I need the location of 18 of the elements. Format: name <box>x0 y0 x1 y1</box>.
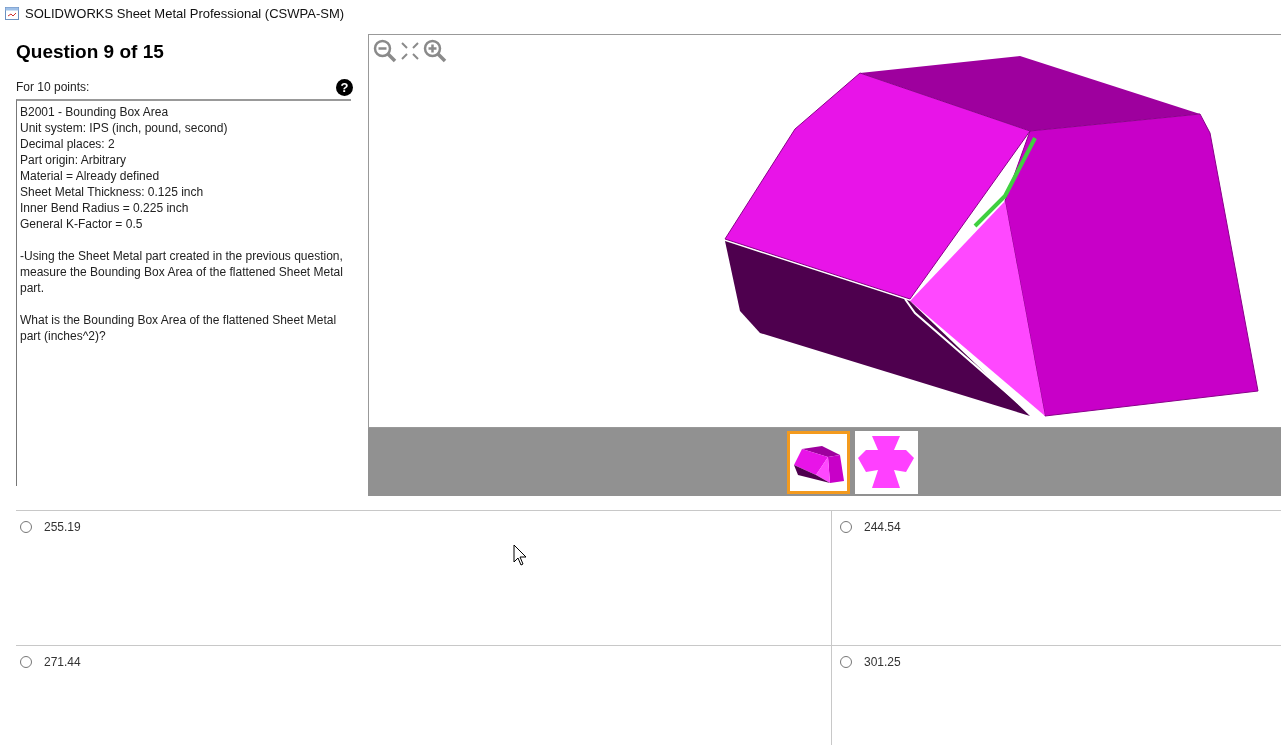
fit-view-icon[interactable] <box>399 40 421 62</box>
answer-option[interactable]: 244.54 <box>840 520 901 534</box>
zoom-out-icon[interactable] <box>373 39 397 63</box>
help-icon[interactable]: ? <box>336 78 353 96</box>
window-title: SOLIDWORKS Sheet Metal Professional (CSWPA-SM) <box>25 5 345 21</box>
question-title: Question 9 of 15 <box>16 41 165 64</box>
folded-part-thumbnail[interactable] <box>786 430 850 494</box>
zoom-in-icon[interactable] <box>423 39 447 63</box>
points-label: For 10 points: <box>16 80 90 94</box>
answer-option[interactable]: 301.25 <box>840 655 901 669</box>
answer-option[interactable]: 271.44 <box>20 655 81 669</box>
answer-option[interactable]: 255.19 <box>20 520 81 534</box>
question-text: -Using the Sheet Metal part created in the previous question, measure the Bounding Box Area of the flattened Sheet Metal part. <box>20 248 344 296</box>
flat-pattern-thumbnail[interactable] <box>854 430 918 494</box>
question-text: What is the Bounding Box Area of the flattened Sheet Metal part (inches^2)? <box>20 312 338 344</box>
mouse-cursor-icon <box>513 544 527 566</box>
app-icon <box>5 6 19 20</box>
question-text: B2001 - Bounding Box Area Unit system: IPS (inch, pound, second) Decimal places: 2 Part origin: Arbitrary Material = Already defined Sheet Metal Thickness: 0.125 inch Inner Bend Radius = 0.225 inch General K-Factor = 0.5 <box>20 104 229 232</box>
